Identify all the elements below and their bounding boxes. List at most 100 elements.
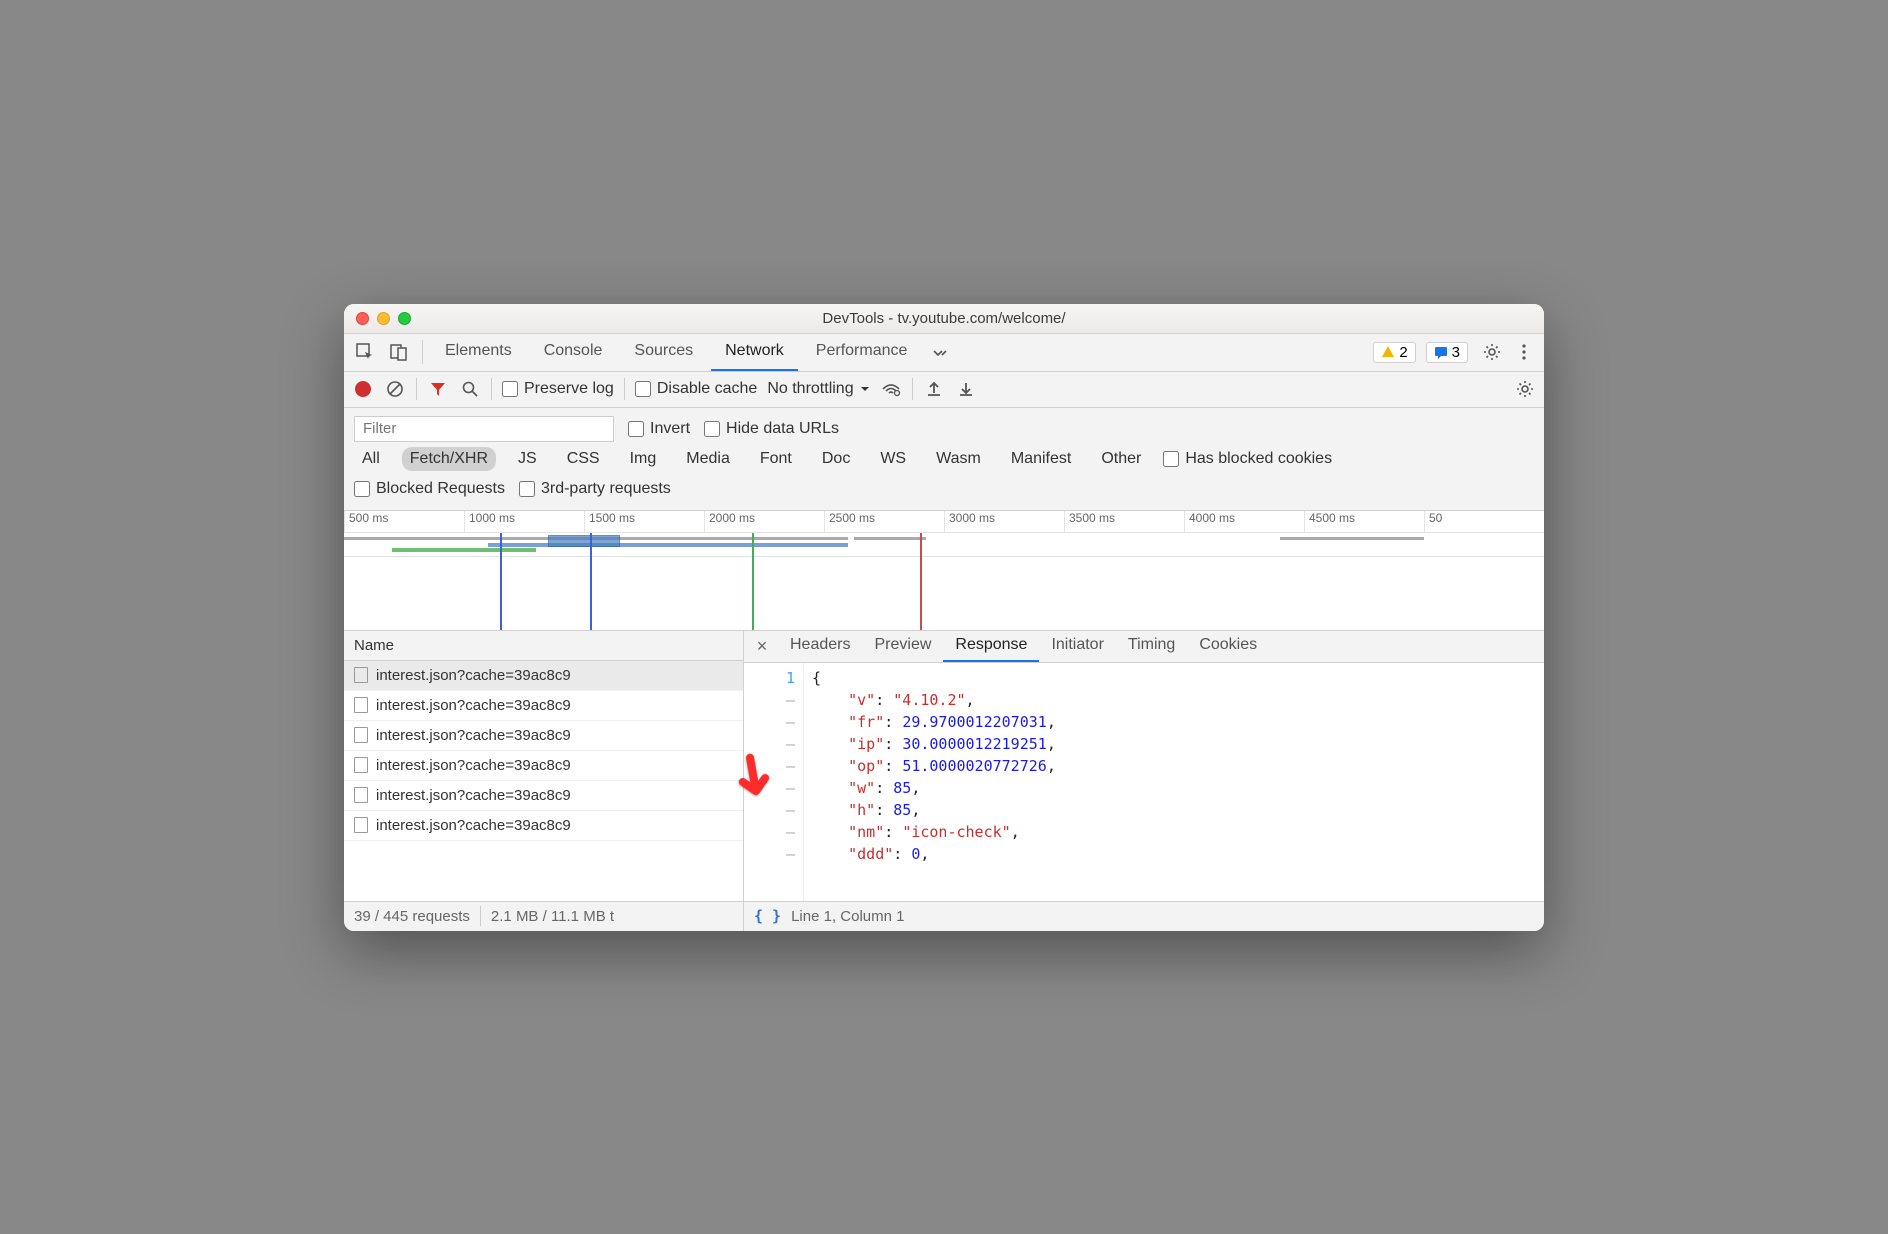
document-icon bbox=[354, 817, 368, 833]
filter-type-media[interactable]: Media bbox=[678, 447, 738, 471]
record-button[interactable] bbox=[352, 381, 374, 397]
detail-tab-cookies[interactable]: Cookies bbox=[1187, 631, 1269, 662]
time-tick: 2500 ms bbox=[824, 511, 944, 532]
detail-panel: × HeadersPreviewResponseInitiatorTimingC… bbox=[744, 631, 1544, 901]
messages-count: 3 bbox=[1452, 344, 1460, 361]
device-toggle-icon[interactable] bbox=[384, 337, 414, 367]
request-row[interactable]: interest.json?cache=39ac8c9 bbox=[344, 811, 743, 841]
filter-type-ws[interactable]: WS bbox=[872, 447, 914, 471]
filter-bar: Invert Hide data URLs All Fetch/XHR JS CSS I… bbox=[344, 408, 1544, 511]
messages-badge[interactable]: 3 bbox=[1426, 342, 1468, 363]
filter-icon[interactable] bbox=[427, 380, 449, 398]
status-bar: 39 / 445 requests 2.1 MB / 11.1 MB t { }… bbox=[344, 901, 1544, 931]
document-icon bbox=[354, 727, 368, 743]
disable-cache-checkbox[interactable]: Disable cache bbox=[635, 380, 758, 398]
filter-type-all[interactable]: All bbox=[354, 447, 388, 471]
chevron-down-icon bbox=[860, 384, 870, 394]
content-area: Name interest.json?cache=39ac8c9interest… bbox=[344, 631, 1544, 901]
request-list: interest.json?cache=39ac8c9 interest.json… bbox=[344, 661, 743, 901]
warnings-badge[interactable]: 2 bbox=[1373, 342, 1415, 363]
request-name: interest.json?cache=39ac8c9 bbox=[376, 817, 571, 834]
network-conditions-icon[interactable] bbox=[880, 381, 902, 397]
request-name: interest.json?cache=39ac8c9 bbox=[376, 667, 571, 684]
filter-type-css[interactable]: CSS bbox=[559, 447, 608, 471]
fold-toggle[interactable]: – bbox=[748, 689, 795, 711]
request-name: interest.json?cache=39ac8c9 bbox=[376, 727, 571, 744]
request-row[interactable]: interest.json?cache=39ac8c9 bbox=[344, 781, 743, 811]
timeline-overview[interactable]: 500 ms1000 ms1500 ms2000 ms2500 ms3000 m… bbox=[344, 511, 1544, 631]
tab-console[interactable]: Console bbox=[530, 334, 617, 371]
titlebar: DevTools - tv.youtube.com/welcome/ bbox=[344, 304, 1544, 334]
filter-type-font[interactable]: Font bbox=[752, 447, 800, 471]
pretty-print-button[interactable]: { } bbox=[754, 907, 781, 925]
detail-tab-timing[interactable]: Timing bbox=[1116, 631, 1187, 662]
code-line: "nm": "icon-check", bbox=[812, 821, 1056, 843]
time-tick: 4500 ms bbox=[1304, 511, 1424, 532]
request-count: 39 / 445 requests bbox=[344, 908, 480, 925]
detail-tab-response[interactable]: Response bbox=[943, 631, 1039, 662]
has-blocked-cookies-checkbox[interactable]: Has blocked cookies bbox=[1163, 450, 1332, 468]
settings-icon[interactable] bbox=[1478, 342, 1506, 362]
warnings-count: 2 bbox=[1399, 344, 1407, 361]
code-line: { bbox=[812, 667, 1056, 689]
code-line: "fr": 29.9700012207031, bbox=[812, 711, 1056, 733]
detail-tab-initiator[interactable]: Initiator bbox=[1039, 631, 1115, 662]
preserve-log-checkbox[interactable]: Preserve log bbox=[502, 380, 614, 398]
clear-button[interactable] bbox=[384, 380, 406, 398]
import-har-icon[interactable] bbox=[923, 381, 945, 397]
filter-type-js[interactable]: JS bbox=[510, 447, 545, 471]
code-line: "v": "4.10.2", bbox=[812, 689, 1056, 711]
document-icon bbox=[354, 697, 368, 713]
detail-tab-preview[interactable]: Preview bbox=[862, 631, 943, 662]
tab-performance[interactable]: Performance bbox=[802, 334, 922, 371]
request-name: interest.json?cache=39ac8c9 bbox=[376, 757, 571, 774]
code-line: "h": 85, bbox=[812, 799, 1056, 821]
document-icon bbox=[354, 757, 368, 773]
blocked-requests-checkbox[interactable]: Blocked Requests bbox=[354, 480, 505, 498]
fold-toggle[interactable]: – bbox=[748, 733, 795, 755]
time-tick: 2000 ms bbox=[704, 511, 824, 532]
request-row[interactable]: interest.json?cache=39ac8c9 bbox=[344, 661, 743, 691]
filter-type-other[interactable]: Other bbox=[1093, 447, 1149, 471]
request-row[interactable]: interest.json?cache=39ac8c9 bbox=[344, 721, 743, 751]
time-tick: 3500 ms bbox=[1064, 511, 1184, 532]
column-header-name[interactable]: Name bbox=[344, 631, 743, 661]
hide-data-urls-checkbox[interactable]: Hide data URLs bbox=[704, 420, 839, 438]
tab-elements[interactable]: Elements bbox=[431, 334, 526, 371]
export-har-icon[interactable] bbox=[955, 381, 977, 397]
filter-type-wasm[interactable]: Wasm bbox=[928, 447, 989, 471]
throttling-select[interactable]: No throttling bbox=[767, 380, 869, 398]
more-menu-icon[interactable] bbox=[1510, 343, 1538, 361]
code-line: "op": 51.0000020772726, bbox=[812, 755, 1056, 777]
code-line: "ip": 30.0000012219251, bbox=[812, 733, 1056, 755]
line-number: 1 bbox=[748, 667, 795, 689]
fold-toggle[interactable]: – bbox=[748, 821, 795, 843]
network-settings-icon[interactable] bbox=[1514, 379, 1536, 399]
close-detail-button[interactable]: × bbox=[750, 636, 774, 657]
time-tick: 4000 ms bbox=[1184, 511, 1304, 532]
search-icon[interactable] bbox=[459, 380, 481, 398]
inspect-element-icon[interactable] bbox=[350, 337, 380, 367]
filter-type-manifest[interactable]: Manifest bbox=[1003, 447, 1079, 471]
filter-input[interactable] bbox=[354, 416, 614, 442]
fold-toggle[interactable]: – bbox=[748, 711, 795, 733]
tab-network[interactable]: Network bbox=[711, 334, 798, 371]
fold-toggle[interactable]: – bbox=[748, 843, 795, 865]
invert-checkbox[interactable]: Invert bbox=[628, 420, 690, 438]
tab-sources[interactable]: Sources bbox=[620, 334, 707, 371]
document-icon bbox=[354, 787, 368, 803]
filter-type-doc[interactable]: Doc bbox=[814, 447, 858, 471]
filter-type-fetchxhr[interactable]: Fetch/XHR bbox=[402, 447, 496, 471]
more-tabs-icon[interactable] bbox=[925, 337, 955, 367]
main-tabbar: Elements Console Sources Network Perform… bbox=[344, 334, 1544, 372]
time-tick: 3000 ms bbox=[944, 511, 1064, 532]
detail-tab-headers[interactable]: Headers bbox=[778, 631, 862, 662]
window-title: DevTools - tv.youtube.com/welcome/ bbox=[344, 310, 1544, 327]
devtools-window: DevTools - tv.youtube.com/welcome/ Eleme… bbox=[344, 304, 1544, 931]
code-line: "w": 85, bbox=[812, 777, 1056, 799]
third-party-checkbox[interactable]: 3rd-party requests bbox=[519, 480, 671, 498]
request-row[interactable]: interest.json?cache=39ac8c9 bbox=[344, 751, 743, 781]
response-body[interactable]: 1–––––––– { "v": "4.10.2", "fr": 29.9700… bbox=[744, 663, 1544, 901]
request-row[interactable]: interest.json?cache=39ac8c9 bbox=[344, 691, 743, 721]
filter-type-img[interactable]: Img bbox=[622, 447, 665, 471]
